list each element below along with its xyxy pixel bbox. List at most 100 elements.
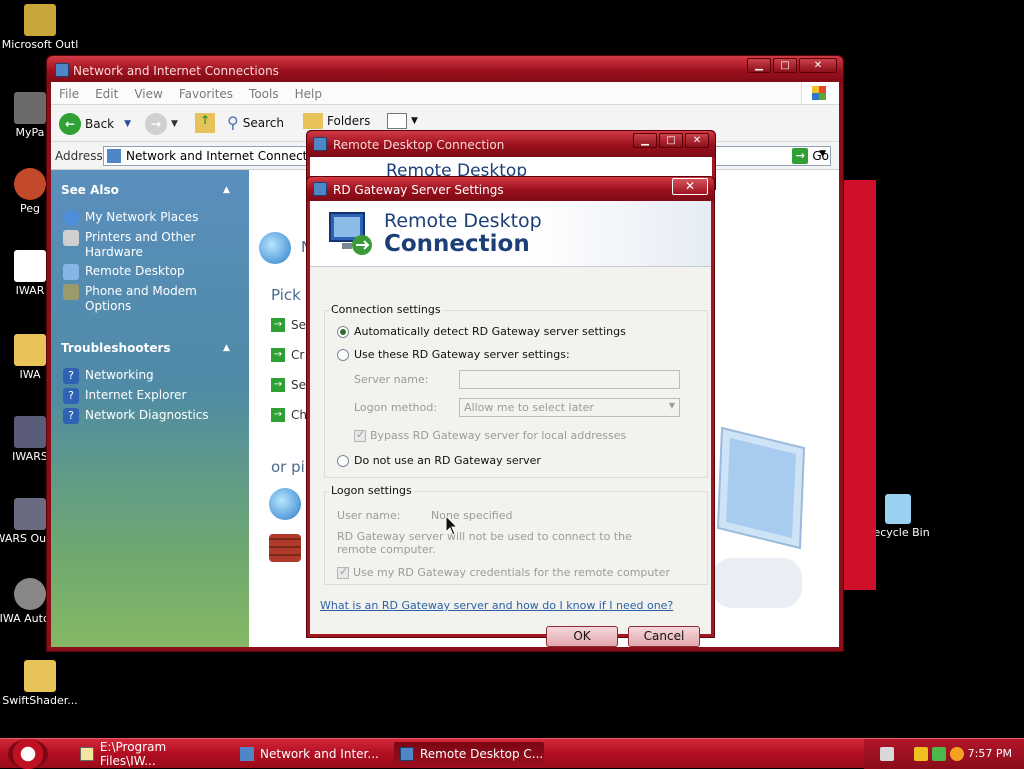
desktop-icon-label: Peg xyxy=(20,202,40,215)
folders-button[interactable]: Folders xyxy=(303,113,370,129)
remote-desktop-icon xyxy=(313,182,327,196)
sidebar-item-my-network-places[interactable]: My Network Places xyxy=(63,210,243,226)
banner-title-line1: Remote Desktop xyxy=(384,210,542,232)
arrow-icon: → xyxy=(271,408,285,422)
windows-logo-icon xyxy=(801,82,835,104)
explorer-titlebar[interactable]: Network and Internet Connections ▁ □ ✕ xyxy=(47,56,843,84)
taskbar-item-program-files[interactable]: E:\Program Files\IW... xyxy=(74,740,224,768)
use-these-settings-radio[interactable]: Use these RD Gateway server settings: xyxy=(337,348,570,361)
checkbox-icon xyxy=(337,565,349,579)
document-icon xyxy=(14,250,46,282)
server-name-label: Server name: xyxy=(354,373,429,386)
menu-bar: File Edit View Favorites Tools Help xyxy=(51,82,839,105)
mouse-cursor-icon xyxy=(445,515,459,536)
menu-favorites[interactable]: Favorites xyxy=(171,82,241,101)
address-label: Address xyxy=(55,149,103,163)
desktop-icon-label: IWA xyxy=(19,368,41,381)
minimize-button[interactable]: ▁ xyxy=(747,58,771,73)
maximize-button[interactable]: □ xyxy=(659,133,683,148)
gateway-help-link[interactable]: What is an RD Gateway server and how do … xyxy=(320,599,673,612)
close-button[interactable]: ✕ xyxy=(685,133,709,148)
remote-desktop-icon xyxy=(313,137,327,151)
taskbar-item-remote-desktop[interactable]: Remote Desktop C... xyxy=(394,742,544,766)
chevron-down-icon: ▼ xyxy=(411,116,418,126)
chevron-down-icon: ▼ xyxy=(171,119,178,129)
menu-tools[interactable]: Tools xyxy=(241,82,287,101)
close-button[interactable]: ✕ xyxy=(672,178,708,195)
forward-button[interactable]: → ▼ xyxy=(145,113,178,135)
go-button[interactable]: → Go xyxy=(792,148,829,164)
radio-icon xyxy=(337,325,349,338)
internet-options-icon[interactable] xyxy=(269,488,301,520)
menu-help[interactable]: Help xyxy=(287,82,330,101)
search-button[interactable]: ⚲ Search xyxy=(227,113,284,132)
checkbox-icon xyxy=(354,428,366,442)
up-folder-button[interactable]: ↑ xyxy=(195,113,215,133)
bypass-local-checkbox[interactable]: Bypass RD Gateway server for local addre… xyxy=(354,428,626,442)
dialog-titlebar[interactable]: RD Gateway Server Settings ✕ xyxy=(307,177,714,201)
collapse-icon[interactable]: ▲ xyxy=(223,343,230,353)
remote-desktop-icon xyxy=(63,264,79,280)
gear-icon xyxy=(14,578,46,610)
menu-edit[interactable]: Edit xyxy=(87,82,126,101)
printer-icon xyxy=(63,230,79,246)
folder-icon xyxy=(14,334,46,366)
sidebar-item-networking[interactable]: ? Networking xyxy=(63,368,243,384)
collapse-icon[interactable]: ▲ xyxy=(223,185,230,195)
firewall-icon[interactable] xyxy=(269,534,301,562)
menu-view[interactable]: View xyxy=(126,82,170,101)
back-button[interactable]: ← Back ▼ xyxy=(59,113,131,135)
menu-file[interactable]: File xyxy=(51,82,87,101)
logon-method-select[interactable]: Allow me to select later ▼ xyxy=(459,398,680,417)
arrow-icon: → xyxy=(271,378,285,392)
minimize-button[interactable]: ▁ xyxy=(633,133,657,148)
do-not-use-radio[interactable]: Do not use an RD Gateway server xyxy=(337,454,541,467)
sidebar-item-internet-explorer[interactable]: ? Internet Explorer xyxy=(63,388,243,404)
troubleshooters-heading[interactable]: Troubleshooters xyxy=(61,341,171,355)
task-item[interactable]: → Ch xyxy=(271,408,307,422)
notepad-icon xyxy=(80,747,94,761)
desktop-icon-swiftshader[interactable]: SwiftShader... xyxy=(0,660,80,708)
dialog-title: RD Gateway Server Settings xyxy=(333,183,504,197)
rd-gateway-settings-dialog: RD Gateway Server Settings ✕ Remote Desk… xyxy=(306,176,715,647)
maximize-button[interactable]: □ xyxy=(773,58,797,73)
task-item[interactable]: → Se xyxy=(271,318,306,332)
clock[interactable]: 7:57 PM xyxy=(968,747,1012,760)
connection-settings-group: Connection settings Automatically detect… xyxy=(324,303,708,478)
cancel-button[interactable]: Cancel xyxy=(628,626,700,647)
back-arrow-icon: ← xyxy=(59,113,81,135)
taskbar-item-network[interactable]: Network and Inter... xyxy=(234,742,384,766)
shortcut-icon xyxy=(14,416,46,448)
task-item[interactable]: → Cr xyxy=(271,348,304,362)
search-icon: ⚲ xyxy=(227,113,239,132)
close-button[interactable]: ✕ xyxy=(799,58,837,73)
sidebar-item-phone-modem[interactable]: Phone and Modem Options xyxy=(63,284,243,314)
task-item[interactable]: → Se xyxy=(271,378,306,392)
network-globe-icon xyxy=(259,232,291,264)
system-tray: 7:57 PM xyxy=(864,739,1024,769)
dialog-banner: Remote Desktop Connection xyxy=(310,201,711,267)
search-icon[interactable] xyxy=(950,747,964,761)
rdc-titlebar[interactable]: Remote Desktop Connection ▁ □ ✕ xyxy=(307,131,715,157)
desktop-icon-outlook[interactable]: Microsoft Outl xyxy=(0,4,80,52)
arrow-icon: → xyxy=(271,348,285,362)
auto-detect-radio[interactable]: Automatically detect RD Gateway server s… xyxy=(337,325,626,338)
zip-folder-icon xyxy=(24,660,56,692)
chevron-down-icon: ▼ xyxy=(668,401,675,410)
see-also-heading[interactable]: See Also xyxy=(61,183,119,197)
shield-icon[interactable] xyxy=(914,747,928,761)
start-button[interactable] xyxy=(8,739,48,769)
go-arrow-icon: → xyxy=(792,148,809,164)
server-name-input[interactable] xyxy=(459,370,680,389)
views-button[interactable]: ▼ xyxy=(387,113,418,129)
chevron-down-icon: ▼ xyxy=(124,119,132,129)
network-icon xyxy=(55,63,69,77)
sidebar-item-printers[interactable]: Printers and Other Hardware xyxy=(63,230,243,260)
use-credentials-checkbox[interactable]: Use my RD Gateway credentials for the re… xyxy=(337,565,670,579)
network-status-icon[interactable] xyxy=(932,747,946,761)
pick-task-heading: Pick xyxy=(271,286,301,304)
sidebar-item-remote-desktop[interactable]: Remote Desktop xyxy=(63,264,243,280)
keyboard-icon[interactable] xyxy=(880,747,894,761)
sidebar-item-network-diagnostics[interactable]: ? Network Diagnostics xyxy=(63,408,243,424)
ok-button[interactable]: OK xyxy=(546,626,618,647)
